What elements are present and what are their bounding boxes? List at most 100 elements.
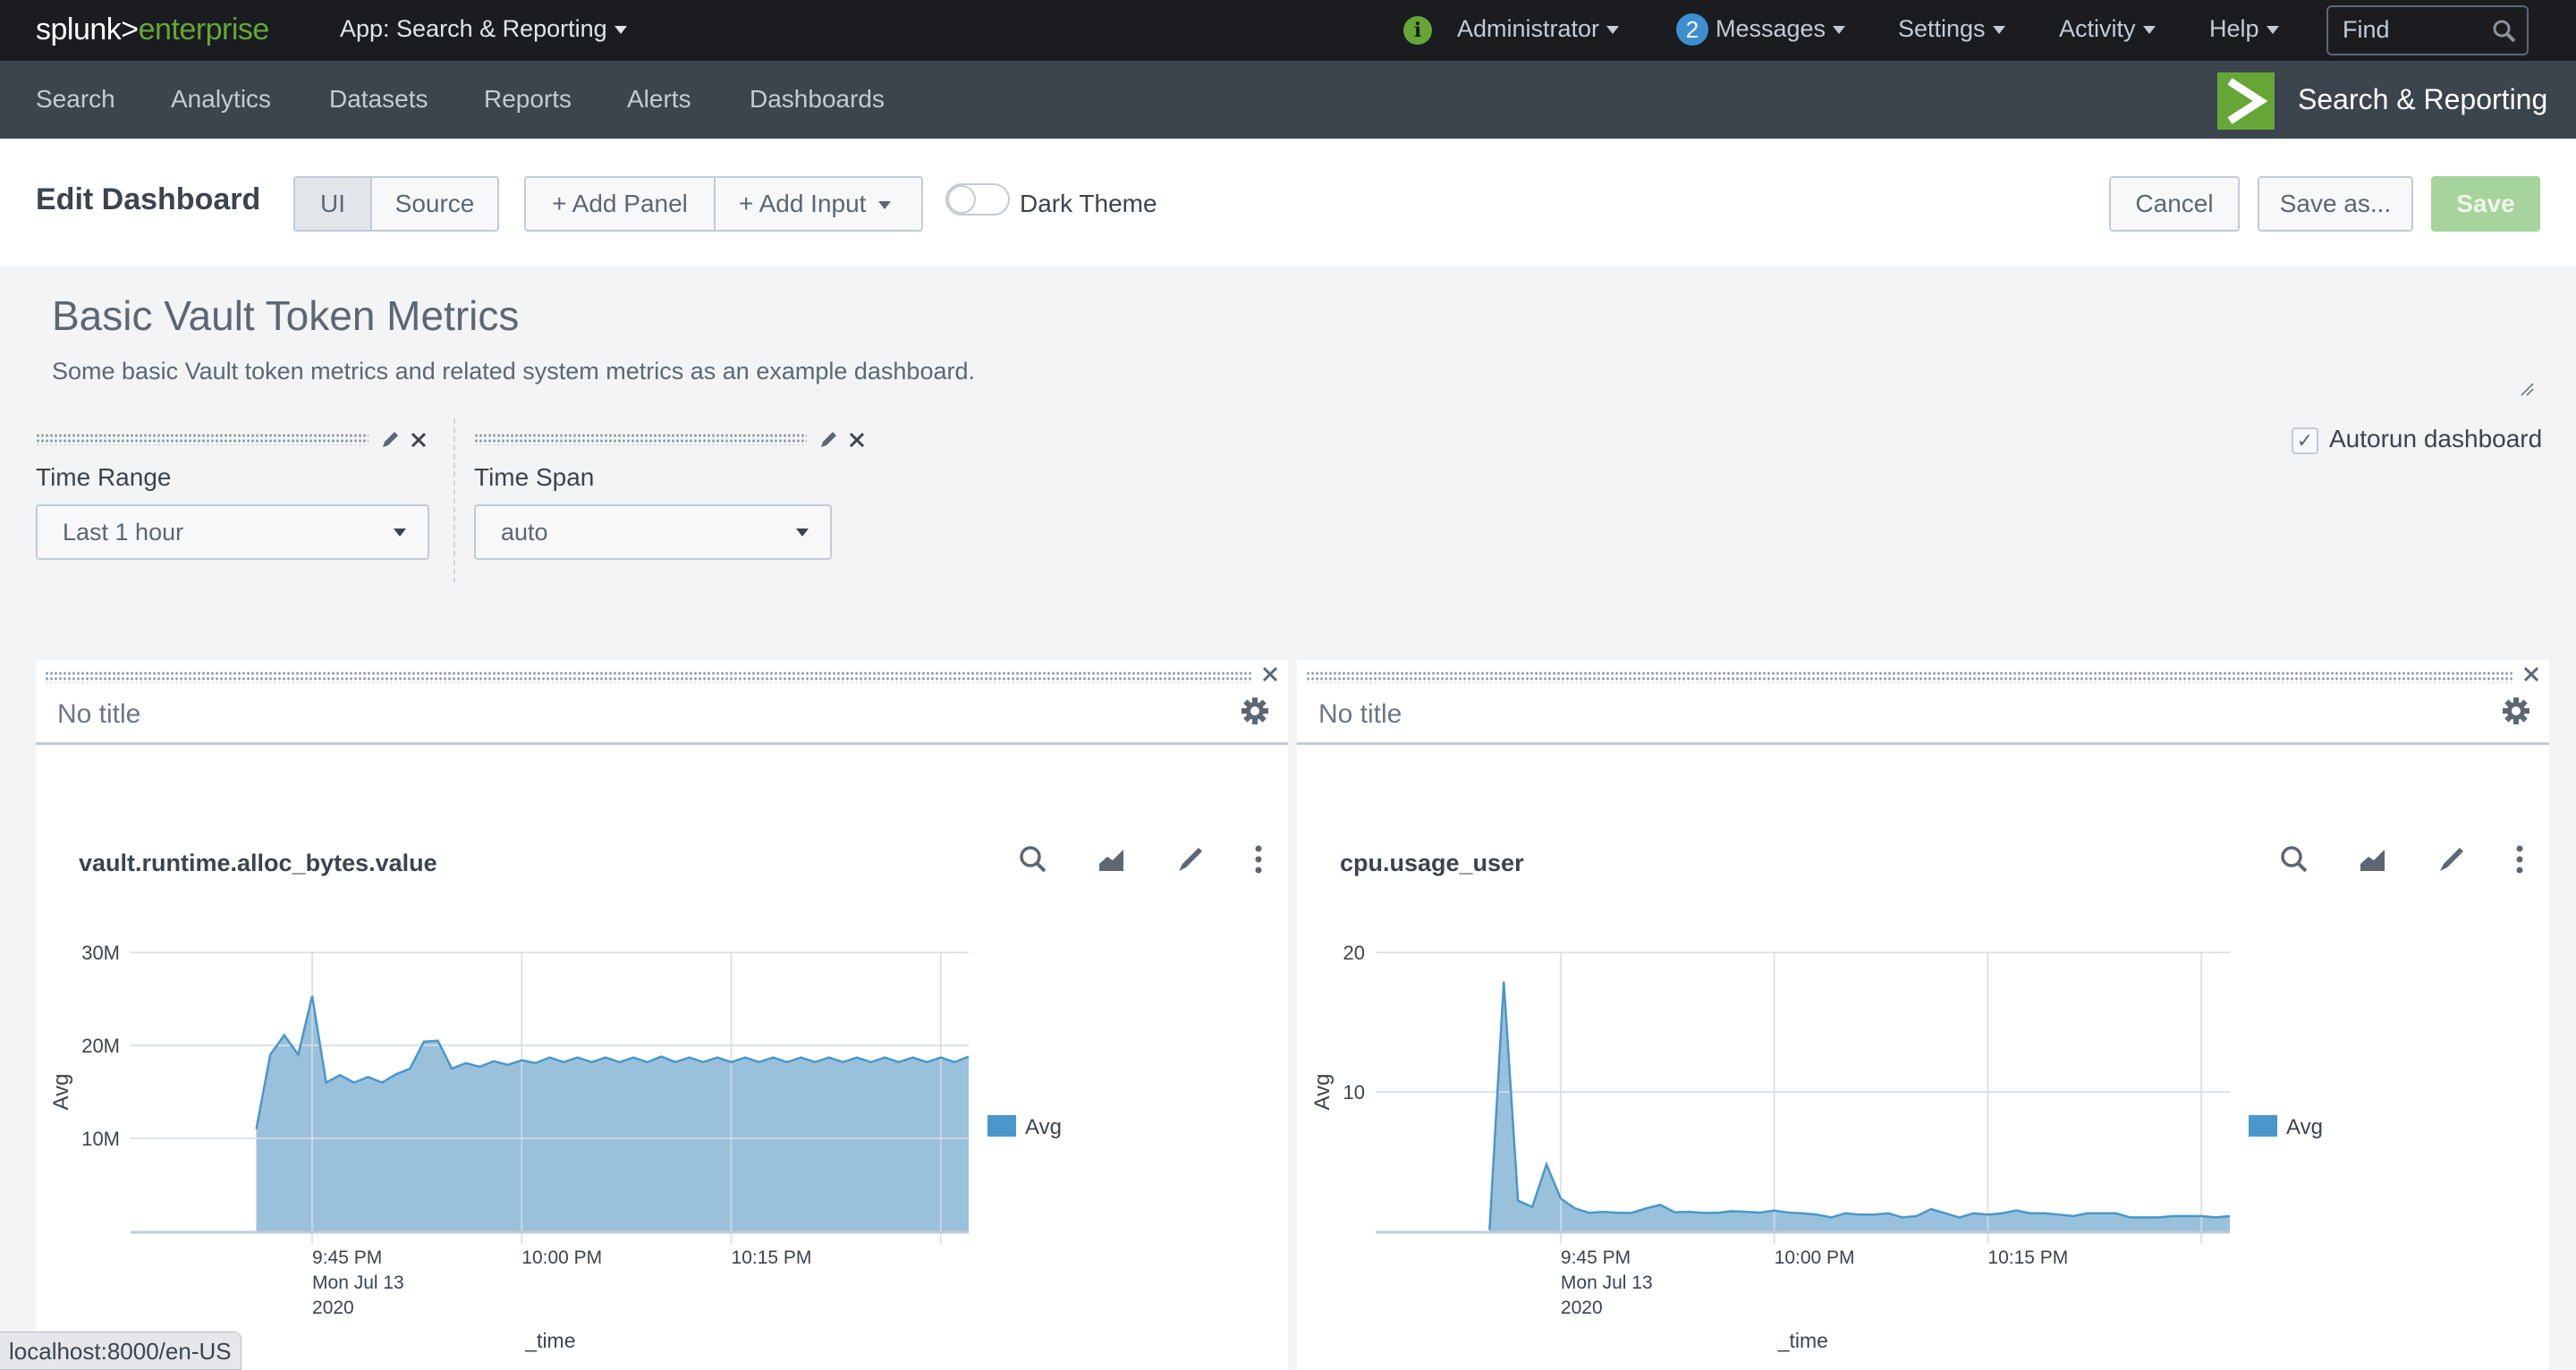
dropdown-value: auto <box>501 519 548 545</box>
y-tick-label: 10 <box>1343 1081 1365 1104</box>
info-icon[interactable]: i <box>1403 16 1432 45</box>
app-menu-label: App: Search & Reporting <box>340 15 607 42</box>
help-menu[interactable]: Help <box>2209 15 2279 43</box>
edit-dashboard-title: Edit Dashboard <box>36 182 261 216</box>
series-area <box>256 995 969 1231</box>
nav-datasets[interactable]: Datasets <box>329 85 428 114</box>
series-area <box>1489 981 2230 1231</box>
x-tick-label: 10:00 PM <box>1775 1247 1855 1268</box>
splunk-logo[interactable]: splunk>enterprise <box>36 13 269 47</box>
nav-dashboards[interactable]: Dashboards <box>750 85 885 114</box>
drag-handle[interactable] <box>474 433 807 445</box>
pencil-icon[interactable] <box>818 429 839 451</box>
x-tick-label: 2020 <box>312 1298 354 1318</box>
add-input-button[interactable]: + Add Input <box>714 176 923 232</box>
input-time-range: Time Range Last 1 hour <box>36 432 429 560</box>
nav-search[interactable]: Search <box>36 85 115 114</box>
close-icon[interactable] <box>848 431 866 449</box>
settings-menu[interactable]: Settings <box>1898 15 2005 43</box>
messages-count-badge[interactable]: 2 <box>1676 13 1708 46</box>
x-tick-label: 10:15 PM <box>732 1247 812 1268</box>
legend-label: Avg <box>2286 1115 2323 1139</box>
chart-alloc-bytes[interactable]: 10M 20M 30M 9:45 PM Mon Jul 13 2020 10:00 PM 10… <box>36 660 1288 1370</box>
add-input-label: + Add Input <box>739 190 867 217</box>
legend-label: Avg <box>1025 1115 1062 1139</box>
save-button[interactable]: Save <box>2431 176 2540 232</box>
cancel-button[interactable]: Cancel <box>2109 176 2240 232</box>
app-title: Search & Reporting <box>2298 83 2548 115</box>
chevron-down-icon <box>1606 26 1620 35</box>
y-axis-title: Avg <box>49 1074 73 1111</box>
x-tick-label: 2020 <box>1561 1298 1603 1318</box>
time-span-dropdown[interactable]: auto <box>474 504 832 560</box>
autorun-checkbox[interactable]: ✓ Autorun dashboard <box>2292 425 2542 454</box>
activity-menu[interactable]: Activity <box>2059 15 2156 43</box>
drag-handle[interactable] <box>36 433 369 445</box>
mode-ui-button[interactable]: UI <box>293 176 370 232</box>
x-tick-label: Mon Jul 13 <box>1561 1273 1653 1293</box>
panel-cpu-usage: No title cpu.usage_user 10 20 9:45 PM Mon J… <box>1297 660 2549 1370</box>
search-icon <box>2493 20 2516 43</box>
pencil-icon[interactable] <box>379 429 401 451</box>
toggle-knob <box>947 185 976 214</box>
nav-reports[interactable]: Reports <box>484 85 572 114</box>
x-tick-label: Mon Jul 13 <box>312 1273 404 1293</box>
chevron-down-icon <box>2142 26 2156 35</box>
add-panel-button[interactable]: + Add Panel <box>524 176 714 232</box>
dark-theme-toggle[interactable] <box>945 183 1010 216</box>
status-bar-url: localhost:8000/en-US <box>0 1332 242 1370</box>
chevron-right-icon <box>2227 78 2268 124</box>
user-menu-label: Administrator <box>1457 15 1600 42</box>
dashboard-description[interactable]: Some basic Vault token metrics and relat… <box>52 358 975 385</box>
y-axis-title: Avg <box>1310 1074 1335 1111</box>
x-tick-label: 9:45 PM <box>1561 1247 1631 1268</box>
checkmark-icon[interactable]: ✓ <box>2292 427 2318 454</box>
messages-menu-label: Messages <box>1716 15 1826 42</box>
chevron-down-icon <box>394 529 406 537</box>
x-axis-title: _time <box>524 1329 575 1352</box>
find-placeholder: Find <box>2343 16 2390 43</box>
logo-primary: splunk> <box>36 13 139 47</box>
activity-menu-label: Activity <box>2059 15 2136 42</box>
y-tick-label: 20M <box>81 1035 120 1057</box>
dashboard-title[interactable]: Basic Vault Token Metrics <box>52 292 519 340</box>
y-tick-label: 20 <box>1343 942 1365 964</box>
help-menu-label: Help <box>2209 15 2259 42</box>
x-tick-label: 10:15 PM <box>1987 1247 2068 1268</box>
input-divider <box>453 419 455 583</box>
x-tick-label: 9:45 PM <box>312 1247 382 1268</box>
x-tick-label: 10:00 PM <box>521 1247 602 1268</box>
series-line <box>1488 981 2231 1230</box>
mode-source-button[interactable]: Source <box>370 176 499 232</box>
app-logo <box>2217 72 2275 130</box>
panel-alloc-bytes: No title vault.runtime.alloc_bytes.value… <box>36 660 1288 1370</box>
chevron-down-icon <box>796 529 809 537</box>
messages-menu[interactable]: Messages <box>1716 15 1846 43</box>
y-tick-label: 30M <box>81 942 120 964</box>
time-range-dropdown[interactable]: Last 1 hour <box>36 504 429 560</box>
dropdown-value: Last 1 hour <box>63 519 184 545</box>
y-tick-label: 10M <box>81 1128 120 1150</box>
chevron-down-icon <box>614 26 627 35</box>
user-menu[interactable]: Administrator <box>1457 15 1620 43</box>
chevron-down-icon <box>1833 26 1846 35</box>
legend-swatch <box>987 1115 1016 1137</box>
logo-secondary: enterprise <box>138 13 270 47</box>
autorun-label: Autorun dashboard <box>2329 425 2543 452</box>
settings-menu-label: Settings <box>1898 15 1986 42</box>
app-menu[interactable]: App: Search & Reporting <box>340 15 627 43</box>
chevron-down-icon <box>1992 26 2005 35</box>
nav-analytics[interactable]: Analytics <box>171 85 271 114</box>
close-icon[interactable] <box>410 431 428 449</box>
input-label: Time Range <box>36 463 172 491</box>
nav-alerts[interactable]: Alerts <box>627 85 691 114</box>
input-time-span: Time Span auto <box>474 432 865 560</box>
top-bar: splunk>enterprise App: Search & Reportin… <box>0 0 2576 61</box>
chart-cpu-usage[interactable]: 10 20 9:45 PM Mon Jul 13 2020 10:00 PM 10:15 P… <box>1297 660 2549 1370</box>
save-as-button[interactable]: Save as... <box>2258 176 2413 232</box>
legend-swatch <box>2249 1115 2277 1137</box>
find-input[interactable]: Find <box>2326 5 2529 55</box>
app-nav-bar: Search Analytics Datasets Reports Alerts… <box>0 61 2576 139</box>
resize-handle-icon[interactable] <box>2521 383 2535 397</box>
dark-theme-label: Dark Theme <box>1020 190 1157 217</box>
